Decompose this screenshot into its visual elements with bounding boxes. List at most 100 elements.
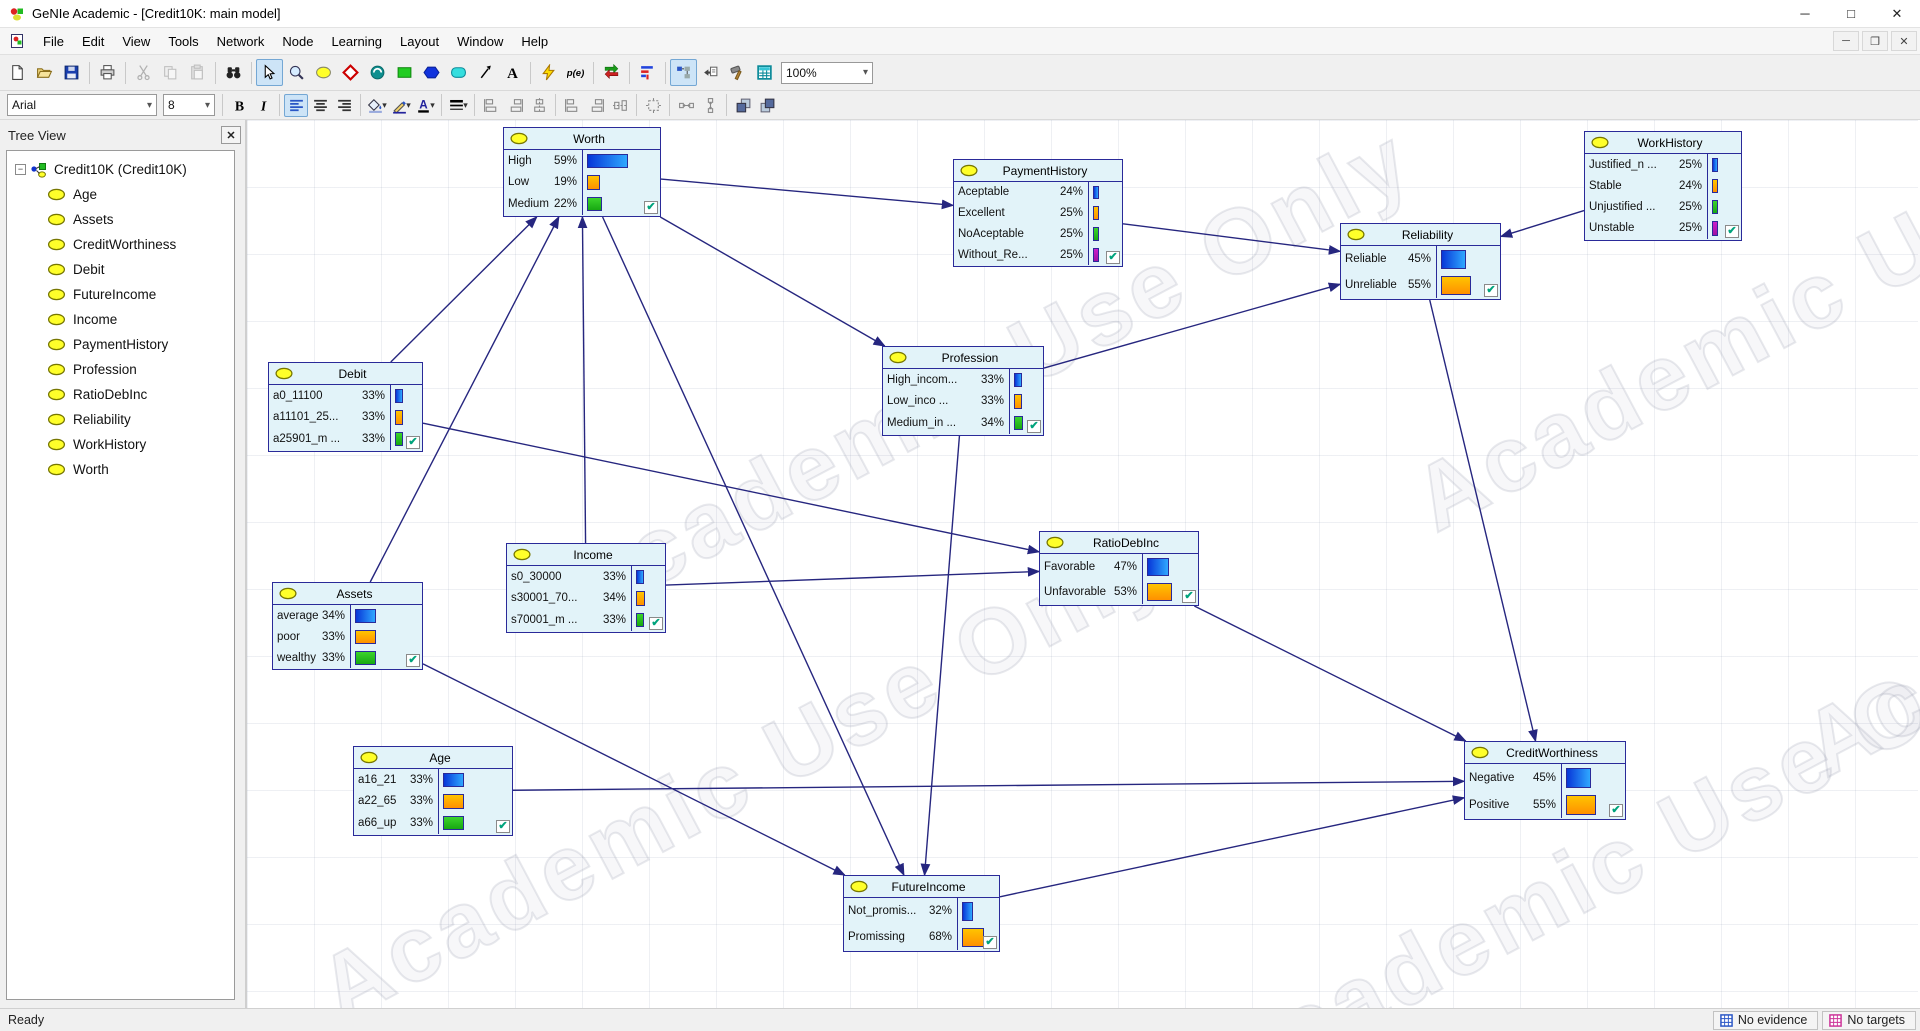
strength-of-influence-button[interactable] [634, 59, 661, 86]
arc-Worth-Profession[interactable] [659, 216, 886, 347]
zoom-level-select[interactable]: 100% ▾ [781, 61, 873, 84]
tree-view-close-button[interactable]: ✕ [221, 126, 241, 144]
node-assets[interactable]: Assets average 34% poor 33% wealthy 33% ✔ [272, 582, 423, 670]
sidebar-item-debit[interactable]: Debit [9, 257, 232, 282]
node-profession[interactable]: Profession High_incom... 33% Low_inco ... 33… [882, 346, 1044, 436]
deterministic-node-tool-button[interactable] [364, 59, 391, 86]
fill-color-button[interactable]: ▾ [365, 94, 389, 117]
mdi-restore-button[interactable]: ❐ [1862, 31, 1888, 51]
bring-to-front-button[interactable] [731, 94, 755, 117]
node-update-checkbox[interactable]: ✔ [983, 936, 997, 949]
arc-Debit-Worth[interactable] [390, 216, 538, 363]
align-left-button[interactable] [284, 93, 308, 117]
sidebar-item-creditworthiness[interactable]: CreditWorthiness [9, 232, 232, 257]
sidebar-item-paymenthistory[interactable]: PaymentHistory [9, 332, 232, 357]
tree-root-item[interactable]: − Credit10K (Credit10K) [9, 157, 232, 182]
update-immediately-button[interactable] [598, 59, 625, 86]
arc-Income-Worth[interactable] [577, 215, 588, 544]
sidebar-item-futureincome[interactable]: FutureIncome [9, 282, 232, 307]
probability-of-evidence-button[interactable] [562, 59, 589, 86]
menu-learning[interactable]: Learning [322, 30, 391, 53]
line-color-button[interactable]: ▾ [389, 94, 413, 117]
node-age[interactable]: Age a16_21 33% a22_65 33% a66_up 33% ✔ [353, 746, 513, 836]
node-update-checkbox[interactable]: ✔ [1106, 251, 1120, 264]
italic-button[interactable] [251, 94, 275, 117]
menu-help[interactable]: Help [512, 30, 557, 53]
sidebar-item-workhistory[interactable]: WorkHistory [9, 432, 232, 457]
arc-PaymentHistory-Reliability[interactable] [1122, 223, 1342, 255]
tree-expander-icon[interactable]: − [15, 164, 26, 175]
font-family-select[interactable]: Arial ▾ [7, 94, 157, 116]
textbox-tool-button[interactable] [499, 59, 526, 86]
node-update-checkbox[interactable]: ✔ [1182, 590, 1196, 603]
menu-edit[interactable]: Edit [73, 30, 113, 53]
menu-network[interactable]: Network [208, 30, 274, 53]
menu-layout[interactable]: Layout [391, 30, 448, 53]
menu-window[interactable]: Window [448, 30, 512, 53]
space-vertically-button[interactable] [698, 94, 722, 117]
arc-tool-button[interactable] [472, 59, 499, 86]
node-update-checkbox[interactable]: ✔ [649, 617, 663, 630]
chance-node-tool-button[interactable] [310, 59, 337, 86]
line-style-button[interactable]: ▾ [446, 94, 470, 117]
menu-node[interactable]: Node [273, 30, 322, 53]
utility-node-tool-button[interactable] [418, 59, 445, 86]
arc-Profession-Reliability[interactable] [1043, 282, 1342, 369]
save-button[interactable] [58, 59, 85, 86]
update-beliefs-button[interactable] [535, 59, 562, 86]
align-tops-button[interactable] [560, 94, 584, 117]
model-canvas[interactable]: Academic Use OnlyAcademic Use OnlyAcadem… [247, 120, 1920, 1008]
node-update-checkbox[interactable]: ✔ [1484, 284, 1498, 297]
node-workhistory[interactable]: WorkHistory Justified_n ... 25% Stable 24% Un… [1584, 131, 1742, 241]
menu-file[interactable]: File [34, 30, 73, 53]
tree-view-toggle-button[interactable] [670, 59, 697, 86]
node-update-checkbox[interactable]: ✔ [1027, 420, 1041, 433]
node-update-checkbox[interactable]: ✔ [406, 654, 420, 667]
align-bottoms-button[interactable] [584, 94, 608, 117]
node-update-checkbox[interactable]: ✔ [406, 436, 420, 449]
space-horizontally-button[interactable] [674, 94, 698, 117]
mdi-close-button[interactable]: ✕ [1891, 31, 1917, 51]
arc-Age-CreditWorthiness[interactable] [512, 776, 1466, 791]
node-update-checkbox[interactable]: ✔ [1609, 804, 1623, 817]
print-button[interactable] [94, 59, 121, 86]
center-vertically-button[interactable] [527, 94, 551, 117]
maximize-button[interactable]: □ [1828, 0, 1874, 28]
send-to-back-button[interactable] [755, 94, 779, 117]
menu-view[interactable]: View [113, 30, 159, 53]
open-button[interactable] [31, 59, 58, 86]
align-left-edges-button[interactable] [479, 94, 503, 117]
text-color-button[interactable]: ▾ [413, 94, 437, 117]
close-button[interactable]: ✕ [1874, 0, 1920, 28]
node-futureincome[interactable]: FutureIncome Not_promis... 32% Promissing 68… [843, 875, 1000, 952]
arc-RatioDebInc-CreditWorthiness[interactable] [1194, 605, 1467, 742]
sidebar-item-profession[interactable]: Profession [9, 357, 232, 382]
arc-FutureIncome-CreditWorthiness[interactable] [999, 795, 1466, 898]
find-button[interactable] [220, 59, 247, 86]
node-table-button[interactable] [751, 59, 778, 86]
minimize-button[interactable]: ─ [1782, 0, 1828, 28]
align-right-button[interactable] [332, 94, 356, 117]
new-button[interactable] [4, 59, 31, 86]
mdi-minimize-button[interactable]: ─ [1833, 31, 1859, 51]
node-ratiodebinc[interactable]: RatioDebInc Favorable 47% Unfavorable 53% ✔ [1039, 531, 1199, 606]
network-repair-button[interactable] [724, 59, 751, 86]
noisymax-node-tool-button[interactable] [337, 59, 364, 86]
snap-to-grid-button[interactable] [641, 94, 665, 117]
node-reliability[interactable]: Reliability Reliable 45% Unreliable 55% ✔ [1340, 223, 1501, 300]
node-update-checkbox[interactable]: ✔ [1725, 225, 1739, 238]
bold-button[interactable] [227, 94, 251, 117]
node-creditworthiness[interactable]: CreditWorthiness Negative 45% Positive 55% ✔ [1464, 741, 1626, 820]
zoom-tool-button[interactable] [283, 59, 310, 86]
font-size-select[interactable]: 8 ▾ [163, 94, 215, 116]
sidebar-item-age[interactable]: Age [9, 182, 232, 207]
arc-Profession-FutureIncome[interactable] [920, 435, 961, 877]
align-right-edges-button[interactable] [503, 94, 527, 117]
decision-node-tool-button[interactable] [391, 59, 418, 86]
arc-Income-RatioDebInc[interactable] [665, 566, 1041, 586]
sidebar-item-ratiodebinc[interactable]: RatioDebInc [9, 382, 232, 407]
center-horizontally-button[interactable] [608, 94, 632, 117]
node-update-checkbox[interactable]: ✔ [644, 201, 658, 214]
sidebar-item-assets[interactable]: Assets [9, 207, 232, 232]
sidebar-item-worth[interactable]: Worth [9, 457, 232, 482]
